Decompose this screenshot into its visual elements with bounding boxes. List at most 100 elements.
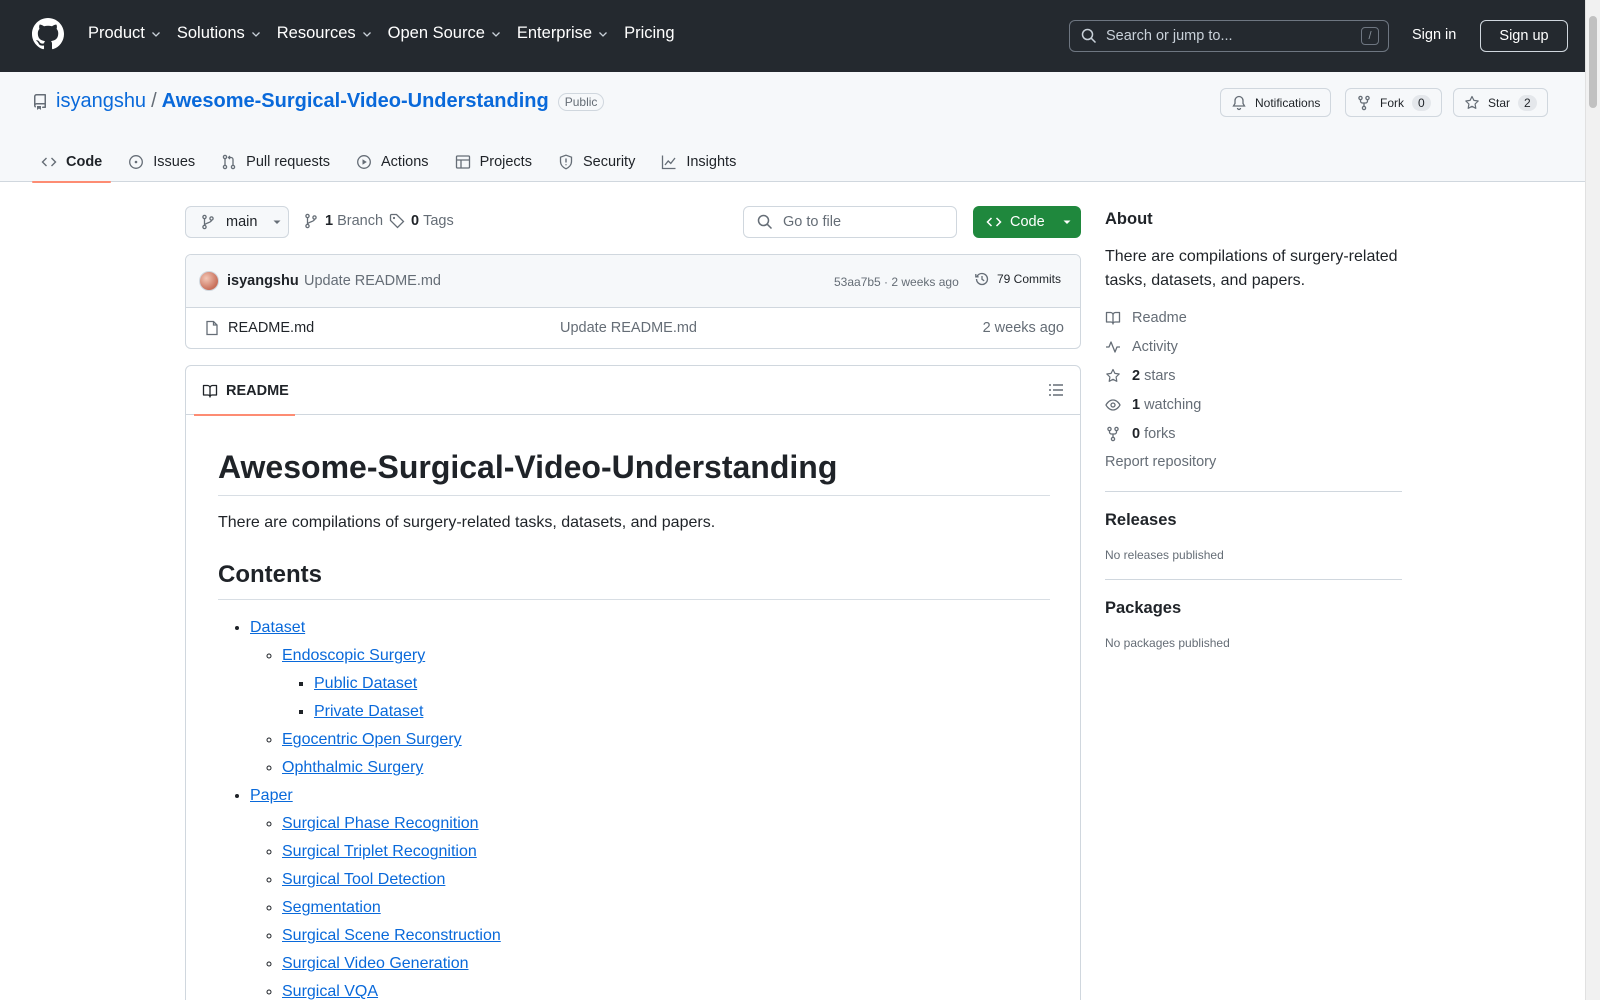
readme-tab[interactable]: README <box>194 366 295 416</box>
repo-owner-link[interactable]: isyangshu <box>56 90 146 113</box>
shield-icon <box>559 154 573 170</box>
sign-in-link[interactable]: Sign in <box>1412 27 1456 43</box>
commit-sha-age[interactable]: 53aa7b5 · 2 weeks ago <box>834 275 959 289</box>
list-unordered-icon[interactable] <box>1048 382 1064 398</box>
stars-count: 2 <box>1132 368 1141 384</box>
list-item: Surgical Tool Detection <box>282 868 1050 892</box>
toc-link-dataset[interactable]: Dataset <box>250 619 305 636</box>
toc-link-vqa[interactable]: Surgical VQA <box>282 983 378 1000</box>
file-icon <box>206 320 218 336</box>
tab-code[interactable]: Code <box>32 142 112 183</box>
pulse-icon <box>1106 341 1120 353</box>
tags-link[interactable]: 0 Tags <box>389 213 454 229</box>
packages-empty: No packages published <box>1105 636 1230 650</box>
stars-link[interactable]: 2 stars <box>1105 367 1402 385</box>
toc-link-scene-reconstruction[interactable]: Surgical Scene Reconstruction <box>282 927 501 944</box>
readme-link-label: Readme <box>1132 310 1187 326</box>
toc-link-ophthalmic[interactable]: Ophthalmic Surgery <box>282 759 423 776</box>
fork-button[interactable]: Fork 0 <box>1345 88 1442 117</box>
global-search-input[interactable]: Search or jump to... / <box>1069 20 1389 52</box>
fork-label: Fork <box>1380 95 1404 110</box>
chevron-down-icon <box>251 31 260 37</box>
repo-title: isyangshu / Awesome-Surgical-Video-Under… <box>32 90 605 113</box>
play-icon <box>357 155 371 169</box>
tab-insights[interactable]: Insights <box>652 142 745 182</box>
forks-link[interactable]: 0 forks <box>1105 425 1402 443</box>
sign-up-button[interactable]: Sign up <box>1480 20 1568 52</box>
tab-label: Projects <box>479 154 532 170</box>
readme-header: README <box>186 366 1080 416</box>
about-description: There are compilations of surgery-relate… <box>1105 248 1398 289</box>
packages-heading[interactable]: Packages <box>1105 599 1402 618</box>
table-icon <box>455 155 470 169</box>
notifications-label: Notifications <box>1255 95 1321 110</box>
nav-enterprise[interactable]: Enterprise <box>517 24 609 43</box>
tab-projects[interactable]: Projects <box>446 142 541 182</box>
tab-label: Security <box>582 154 636 170</box>
nav-label: Open Source <box>387 24 485 42</box>
nav-product[interactable]: Product <box>88 24 162 43</box>
toc-sublist: Endoscopic Surgery Public Dataset Privat… <box>250 644 1050 780</box>
nav-pricing[interactable]: Pricing <box>624 24 674 43</box>
fork-count: 0 <box>1412 94 1431 111</box>
search-icon <box>1081 28 1097 44</box>
repo-path-separator: / <box>151 90 157 112</box>
toc-link-paper[interactable]: Paper <box>250 787 293 804</box>
watching-link[interactable]: 1 watching <box>1105 396 1402 414</box>
toc-link-triplet-recognition[interactable]: Surgical Triplet Recognition <box>282 843 477 860</box>
tag-icon <box>389 213 405 229</box>
report-repository-link[interactable]: Report repository <box>1105 454 1402 470</box>
forks-label: forks <box>1144 426 1176 442</box>
toc-link-segmentation[interactable]: Segmentation <box>282 899 381 916</box>
visibility-badge: Public <box>557 92 605 111</box>
toc-link-video-generation[interactable]: Surgical Video Generation <box>282 955 469 972</box>
table-row[interactable]: README.md Update README.md 2 weeks ago <box>186 308 1080 348</box>
file-name-link[interactable]: README.md <box>228 320 314 336</box>
commit-message-link[interactable]: Update README.md <box>304 273 441 289</box>
repo-name-link[interactable]: Awesome-Surgical-Video-Understanding <box>162 90 549 113</box>
branches-link[interactable]: 1 Branch <box>303 213 383 229</box>
scrollbar-thumb[interactable] <box>1589 16 1597 108</box>
search-icon <box>757 214 773 230</box>
star-button[interactable]: Star 2 <box>1453 88 1548 117</box>
readme-panel: README Awesome-Surgical-Video-Understand… <box>185 365 1081 1000</box>
tab-label: Insights <box>686 154 737 170</box>
nav-resources[interactable]: Resources <box>277 24 373 43</box>
commits-link[interactable]: 79 Commits <box>974 271 1061 287</box>
releases-heading[interactable]: Releases <box>1105 511 1402 530</box>
code-icon <box>986 217 1002 227</box>
tab-pull-requests[interactable]: Pull requests <box>212 142 339 182</box>
page-scrollbar[interactable] <box>1585 0 1600 1000</box>
github-logo-icon[interactable] <box>32 18 64 50</box>
pull-request-icon <box>222 154 236 170</box>
file-age: 2 weeks ago <box>982 320 1064 336</box>
file-commit-message-link[interactable]: Update README.md <box>560 320 697 336</box>
go-to-file-input[interactable]: Go to file <box>743 206 957 238</box>
toc-link-tool-detection[interactable]: Surgical Tool Detection <box>282 871 445 888</box>
tab-security[interactable]: Security <box>549 142 644 182</box>
readme-link[interactable]: Readme <box>1105 309 1402 327</box>
list-item: Private Dataset <box>314 700 1050 724</box>
toc-link-public-dataset[interactable]: Public Dataset <box>314 675 417 692</box>
commit-author-link[interactable]: isyangshu <box>227 273 299 289</box>
top-nav: Product Solutions Resources Open Source … <box>88 24 690 43</box>
avatar[interactable] <box>199 271 219 291</box>
code-icon <box>41 157 57 167</box>
toc-link-endoscopic[interactable]: Endoscopic Surgery <box>282 647 425 664</box>
search-shortcut-hint: / <box>1361 27 1379 45</box>
tab-issues[interactable]: Issues <box>119 142 204 182</box>
list-item: Paper Surgical Phase Recognition Surgica… <box>250 784 1050 1000</box>
toc-link-phase-recognition[interactable]: Surgical Phase Recognition <box>282 815 479 832</box>
activity-link[interactable]: Activity <box>1105 338 1402 356</box>
commit-count-label: 79 Commits <box>997 272 1062 286</box>
tab-actions[interactable]: Actions <box>347 142 438 182</box>
nav-open-source[interactable]: Open Source <box>388 24 502 43</box>
code-button-label: Code <box>1010 214 1045 230</box>
toc-link-egocentric[interactable]: Egocentric Open Surgery <box>282 731 462 748</box>
branch-select-button[interactable]: main <box>185 206 289 238</box>
nav-solutions[interactable]: Solutions <box>177 24 262 43</box>
toc-link-private-dataset[interactable]: Private Dataset <box>314 703 423 720</box>
notifications-button[interactable]: Notifications <box>1220 88 1332 117</box>
code-dropdown-button[interactable]: Code <box>973 206 1081 238</box>
chevron-down-icon <box>362 31 371 37</box>
